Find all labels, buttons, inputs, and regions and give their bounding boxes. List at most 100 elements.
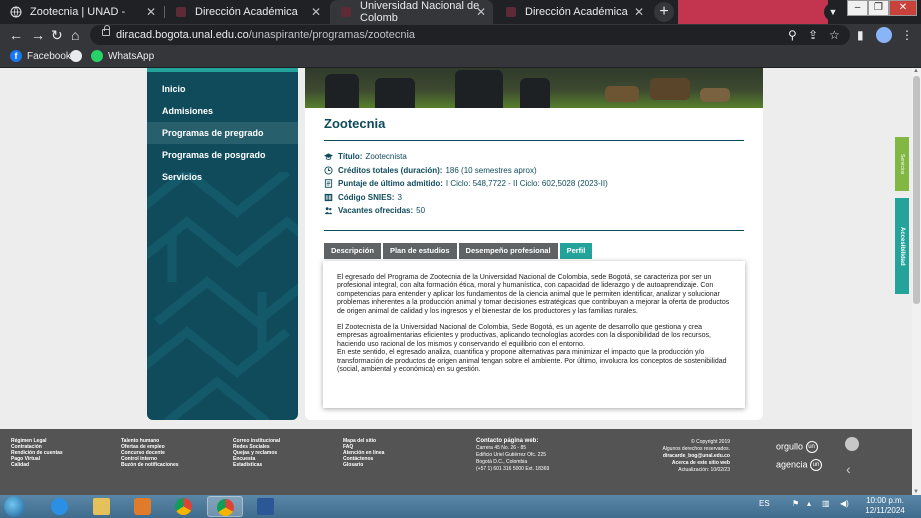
footer-link[interactable]: Glosario: [343, 462, 384, 468]
hero-image: [305, 68, 763, 108]
globe-icon: [10, 6, 22, 18]
facebook-icon: f: [10, 50, 22, 62]
sidebar-item-pregrado[interactable]: Programas de pregrado: [147, 122, 298, 144]
detail-puntaje: Puntaje de último admitido: I Ciclo: 548,…: [324, 177, 754, 191]
browser-tab-4[interactable]: Dirección Académica ✕: [495, 0, 651, 24]
tab-plan-de-estudios[interactable]: Plan de estudios: [382, 243, 457, 259]
agencia-un-logo[interactable]: agencia un: [776, 459, 823, 471]
url-path: /unaspirante/programas/zootecnia: [248, 29, 416, 41]
footer-copyright: © Copyright 2019 Algunos derechos reserv…: [662, 439, 730, 474]
browser-tab-title: Universidad Nacional de Colomb: [360, 0, 480, 24]
bookmark-star-icon[interactable]: ☆: [829, 28, 840, 42]
orgullo-un-logo[interactable]: orgullo un: [776, 441, 818, 453]
url-host: diracad.bogota.unal.edu.co: [116, 29, 249, 41]
sidebar-item-posgrado[interactable]: Programas de posgrado: [147, 144, 298, 166]
back-icon[interactable]: ←: [9, 27, 23, 43]
lock-icon[interactable]: [102, 25, 110, 36]
network-icon[interactable]: ▥: [822, 499, 830, 508]
about-site-link[interactable]: Acerca de este sitio web: [662, 460, 730, 467]
scrollbar-thumb[interactable]: [913, 76, 920, 304]
sidebar-item-servicios[interactable]: Servicios: [147, 166, 298, 188]
close-tab-icon[interactable]: ✕: [476, 5, 486, 19]
sidebar-menu: Inicio Admisiones Programas de pregrado …: [147, 78, 298, 188]
profile-avatar[interactable]: [876, 27, 892, 43]
page-scrollbar[interactable]: ▲ ▼: [912, 68, 921, 495]
taskbar-media[interactable]: [125, 496, 161, 517]
tray-arrow-icon[interactable]: ▴: [807, 499, 811, 508]
browser-tab-2[interactable]: Dirección Académica ✕: [165, 0, 328, 24]
accessibility-side-tab[interactable]: Accesibilidad: [895, 198, 909, 294]
detail-value: 3: [397, 192, 402, 202]
tab-search-button[interactable]: ▼: [824, 3, 842, 21]
volume-icon[interactable]: ◀): [840, 499, 849, 508]
windows-taskbar: ES ⚑ ▴ ▥ ◀) 10:00 p.m. 12/11/2024: [0, 495, 921, 518]
detail-vacantes: Vacantes ofrecidas: 50: [324, 204, 754, 218]
detail-titulo: Título: Zootecnista: [324, 150, 754, 164]
side-panel-icon[interactable]: ▮: [857, 28, 864, 42]
contact-line: Edificio Uriel Gutiérrez Ofc. 225: [476, 452, 547, 458]
page-title: Zootecnia: [324, 116, 386, 131]
address-bar: ← → ↻ ⌂ diracad.bogota.unal.edu.co/unasp…: [0, 24, 921, 46]
home-icon[interactable]: ⌂: [71, 27, 79, 43]
share-icon[interactable]: ⇪: [808, 28, 818, 42]
bookmark-globe[interactable]: [70, 50, 87, 62]
detail-snies: Código SNIES: 3: [324, 191, 754, 205]
tab-desempeno-profesional[interactable]: Desempeño profesional: [458, 243, 558, 259]
contact-heading: Contacto página web:: [476, 438, 539, 444]
close-window-button[interactable]: ✕: [889, 0, 917, 16]
browser-tab-3[interactable]: Universidad Nacional de Colomb ✕: [330, 0, 493, 24]
forward-icon[interactable]: →: [31, 27, 45, 43]
taskbar-word[interactable]: [248, 496, 284, 517]
bookmark-whatsapp[interactable]: WhatsApp: [91, 50, 154, 62]
sidebar-item-inicio[interactable]: Inicio: [147, 78, 298, 100]
footer-link[interactable]: Calidad: [11, 462, 63, 468]
language-indicator[interactable]: ES: [759, 499, 770, 508]
browser-tab-title: Dirección Académica: [195, 6, 298, 18]
taskbar-ie[interactable]: [42, 496, 78, 517]
internet-explorer-icon: [51, 498, 68, 515]
close-tab-icon[interactable]: ✕: [634, 5, 644, 19]
program-panel: Zootecnia Título: Zootecnista Créditos to…: [305, 68, 763, 420]
people-icon: [324, 207, 333, 215]
clock-date: 12/11/2024: [865, 506, 905, 515]
tab-descripcion[interactable]: Descripción: [324, 243, 381, 259]
start-button[interactable]: [4, 496, 25, 517]
un-badge: un: [810, 459, 823, 471]
url-input[interactable]: diracad.bogota.unal.edu.co/unaspirante/p…: [90, 25, 850, 45]
taskbar-chrome-active[interactable]: [207, 496, 243, 517]
scroll-up-icon[interactable]: ▲: [913, 68, 919, 74]
footer-link[interactable]: Estadísticas: [233, 462, 280, 468]
detail-label: Código SNIES:: [338, 192, 395, 202]
close-tab-icon[interactable]: ✕: [311, 5, 321, 19]
sidebar-item-admisiones[interactable]: Admisiones: [147, 100, 298, 122]
contact-email-link[interactable]: diracarde_bog@unal.edu.co: [662, 453, 730, 460]
chevron-left-icon[interactable]: ‹: [846, 461, 851, 477]
detail-value: 186 (10 semestres aprox): [445, 165, 537, 175]
tab-perfil[interactable]: Perfil: [559, 243, 593, 259]
more-menu-icon[interactable]: ⋮: [901, 28, 913, 42]
taskbar-explorer[interactable]: [84, 496, 120, 517]
unal-favicon-icon: [176, 7, 186, 17]
browser-tab-1[interactable]: Zootecnia | UNAD - ✕: [0, 0, 163, 24]
profile-content: El egresado del Programa de Zootecnia de…: [323, 261, 745, 408]
close-tab-icon[interactable]: ✕: [146, 5, 156, 19]
minimize-button[interactable]: –: [847, 0, 868, 16]
browser-tab-strip: Zootecnia | UNAD - ✕ Dirección Académica…: [0, 0, 921, 24]
program-tabs: Descripción Plan de estudios Desempeño p…: [324, 243, 594, 259]
institutional-seal-icon[interactable]: [845, 437, 859, 451]
bookmark-facebook[interactable]: f Facebook: [10, 50, 71, 62]
taskbar-clock[interactable]: 10:00 p.m. 12/11/2024: [860, 496, 910, 516]
taskbar-chrome[interactable]: [166, 496, 202, 517]
tray-flag-icon[interactable]: ⚑: [792, 499, 799, 508]
maximize-button[interactable]: ❐: [868, 0, 889, 16]
barcode-icon: [324, 193, 333, 201]
services-side-tab[interactable]: Servicios: [895, 137, 909, 191]
reload-icon[interactable]: ↻: [51, 27, 63, 43]
contact-line: Carrera 45 No. 26 - 85: [476, 445, 527, 451]
zoom-icon[interactable]: ⚲: [788, 28, 797, 42]
footer-link[interactable]: Buzón de notificaciones: [121, 462, 179, 468]
contact-line: Bogotá D.C., Colombia: [476, 459, 528, 465]
new-tab-button[interactable]: +: [654, 2, 674, 22]
copyright-line: © Copyright 2019: [691, 439, 730, 445]
detail-creditos: Créditos totales (duración): 186 (10 seme…: [324, 164, 754, 178]
